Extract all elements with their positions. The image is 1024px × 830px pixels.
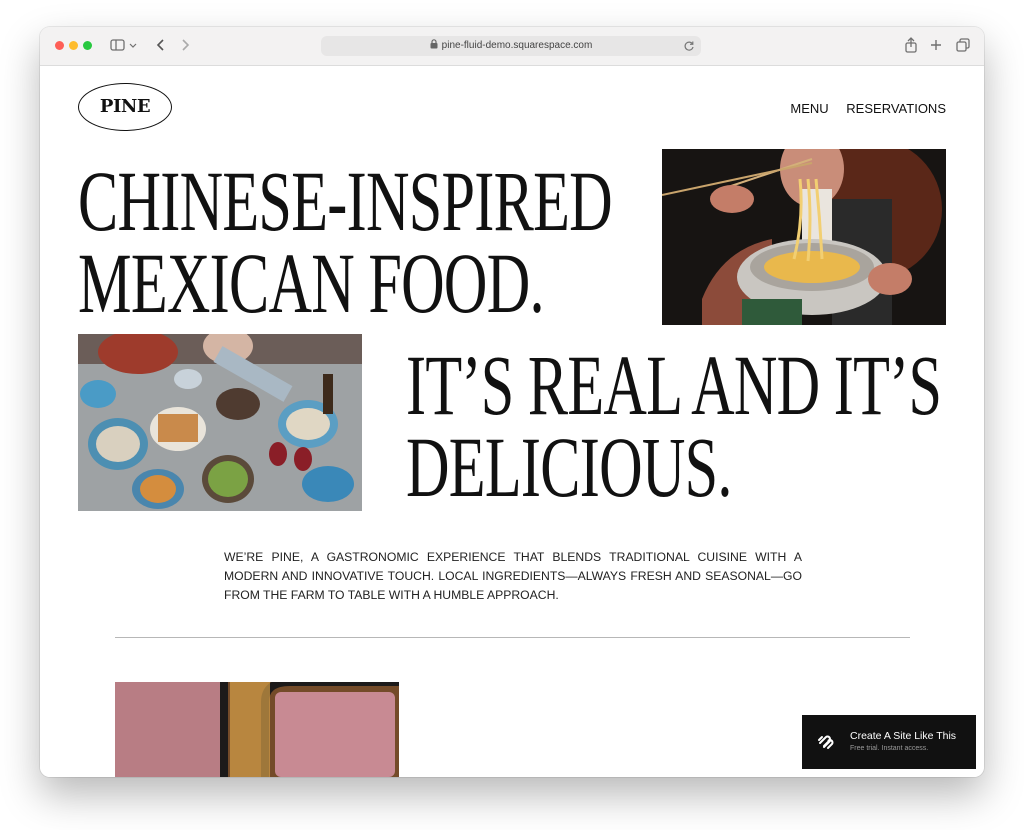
minimize-window-button[interactable] [69,41,78,50]
chevron-down-icon[interactable] [128,36,138,54]
hero-headline-line1: CHINESE-INSPIRED [78,153,613,249]
squarespace-logo-icon [816,732,836,757]
site-logo[interactable]: PINE [78,83,172,131]
create-site-banner[interactable]: Create A Site Like This Free trial. Inst… [802,715,976,769]
noodles-photo [662,149,946,325]
hero-subheadline-line1: IT’S REAL AND IT’S [406,337,942,433]
url-text: pine-fluid-demo.squarespace.com [441,40,593,51]
tab-overview-icon[interactable] [954,36,972,54]
nav-reservations-link[interactable]: RESERVATIONS [846,101,946,116]
hero-subheadline: IT’S REAL AND IT’S DELICIOUS. [406,337,942,515]
new-tab-icon[interactable] [927,36,945,54]
hero-subheadline-line2: DELICIOUS. [406,418,732,515]
share-icon[interactable] [902,36,920,54]
sidebar-icon[interactable] [109,36,127,54]
address-bar[interactable]: pine-fluid-demo.squarespace.com [321,36,701,56]
site-nav: MENU RESERVATIONS [776,101,946,116]
hero-headline-line2: MEXICAN FOOD. [78,234,545,331]
reload-icon[interactable] [683,40,695,60]
close-window-button[interactable] [55,41,64,50]
browser-window: pine-fluid-demo.squarespace.com PINE MEN… [40,27,984,777]
cta-title: Create A Site Like This [850,730,957,742]
cta-subtitle: Free trial. Instant access. [850,745,929,752]
forward-icon[interactable] [176,36,194,54]
lock-icon [430,37,438,57]
hero-headline: CHINESE-INSPIRED MEXICAN FOOD. [78,153,613,331]
chairs-photo [115,682,399,777]
browser-toolbar: pine-fluid-demo.squarespace.com [40,27,984,66]
back-icon[interactable] [152,36,170,54]
nav-menu-link[interactable]: MENU [790,101,828,116]
intro-paragraph: WE’RE PINE, A GASTRONOMIC EXPERIENCE THA… [224,550,802,602]
section-divider [115,637,910,638]
zoom-window-button[interactable] [83,41,92,50]
table-spread-photo [78,334,362,511]
web-page: PINE MENU RESERVATIONS CHINESE-INSPIRED … [40,66,984,777]
